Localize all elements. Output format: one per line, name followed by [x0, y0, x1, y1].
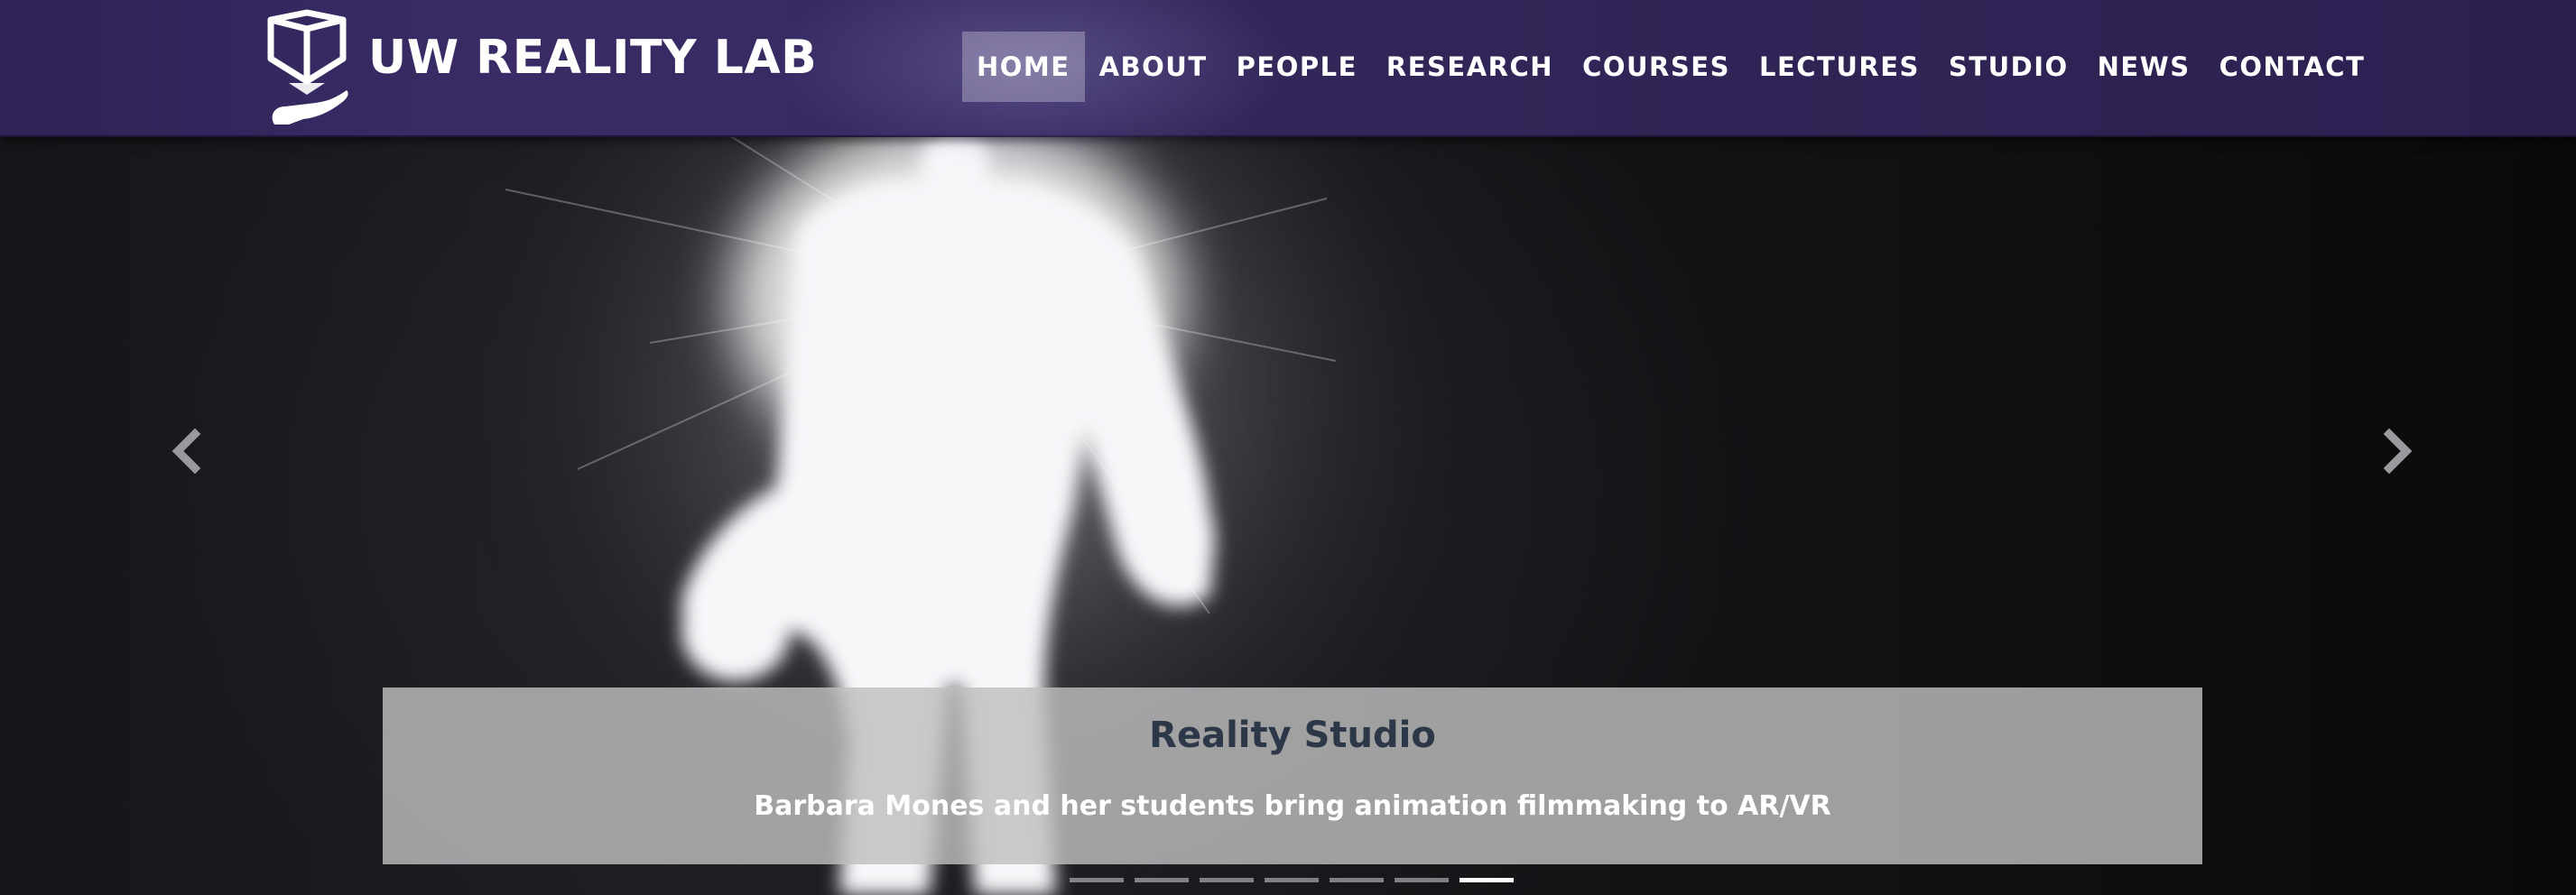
nav-courses[interactable]: COURSES: [1568, 32, 1745, 102]
carousel-indicator-active[interactable]: [1459, 878, 1514, 882]
site-header: UW REALITY LAB HOME ABOUT PEOPLE RESEARC…: [0, 0, 2576, 180]
carousel-indicator[interactable]: [1330, 878, 1384, 882]
nav-people[interactable]: PEOPLE: [1222, 32, 1372, 102]
carousel-indicator[interactable]: [1395, 878, 1449, 882]
cube-in-hand-icon[interactable]: [262, 9, 352, 128]
carousel-indicators: [1070, 878, 1514, 882]
nav-research[interactable]: RESEARCH: [1372, 32, 1568, 102]
slide-caption: Reality Studio Barbara Mones and her stu…: [383, 687, 2202, 864]
nav-contact[interactable]: CONTACT: [2205, 32, 2380, 102]
site-title[interactable]: UW REALITY LAB: [368, 31, 817, 85]
carousel-indicator[interactable]: [1265, 878, 1319, 882]
nav-lectures[interactable]: LECTURES: [1745, 32, 1934, 102]
nav-about[interactable]: ABOUT: [1085, 32, 1222, 102]
slide-caption-subtitle: Barbara Mones and her students bring ani…: [754, 790, 1831, 822]
nav-home[interactable]: HOME: [962, 32, 1085, 102]
nav-studio[interactable]: STUDIO: [1934, 32, 2083, 102]
page: UW REALITY LAB HOME ABOUT PEOPLE RESEARC…: [0, 0, 2576, 895]
carousel-indicator[interactable]: [1135, 878, 1189, 882]
slide-caption-title: Reality Studio: [1149, 715, 1436, 756]
main-nav: HOME ABOUT PEOPLE RESEARCH COURSES LECTU…: [962, 32, 2379, 102]
nav-news[interactable]: NEWS: [2083, 32, 2205, 102]
chevron-right-icon[interactable]: [2374, 429, 2419, 474]
chevron-left-icon[interactable]: [165, 429, 210, 474]
carousel-indicator[interactable]: [1200, 878, 1254, 882]
carousel-indicator[interactable]: [1070, 878, 1124, 882]
